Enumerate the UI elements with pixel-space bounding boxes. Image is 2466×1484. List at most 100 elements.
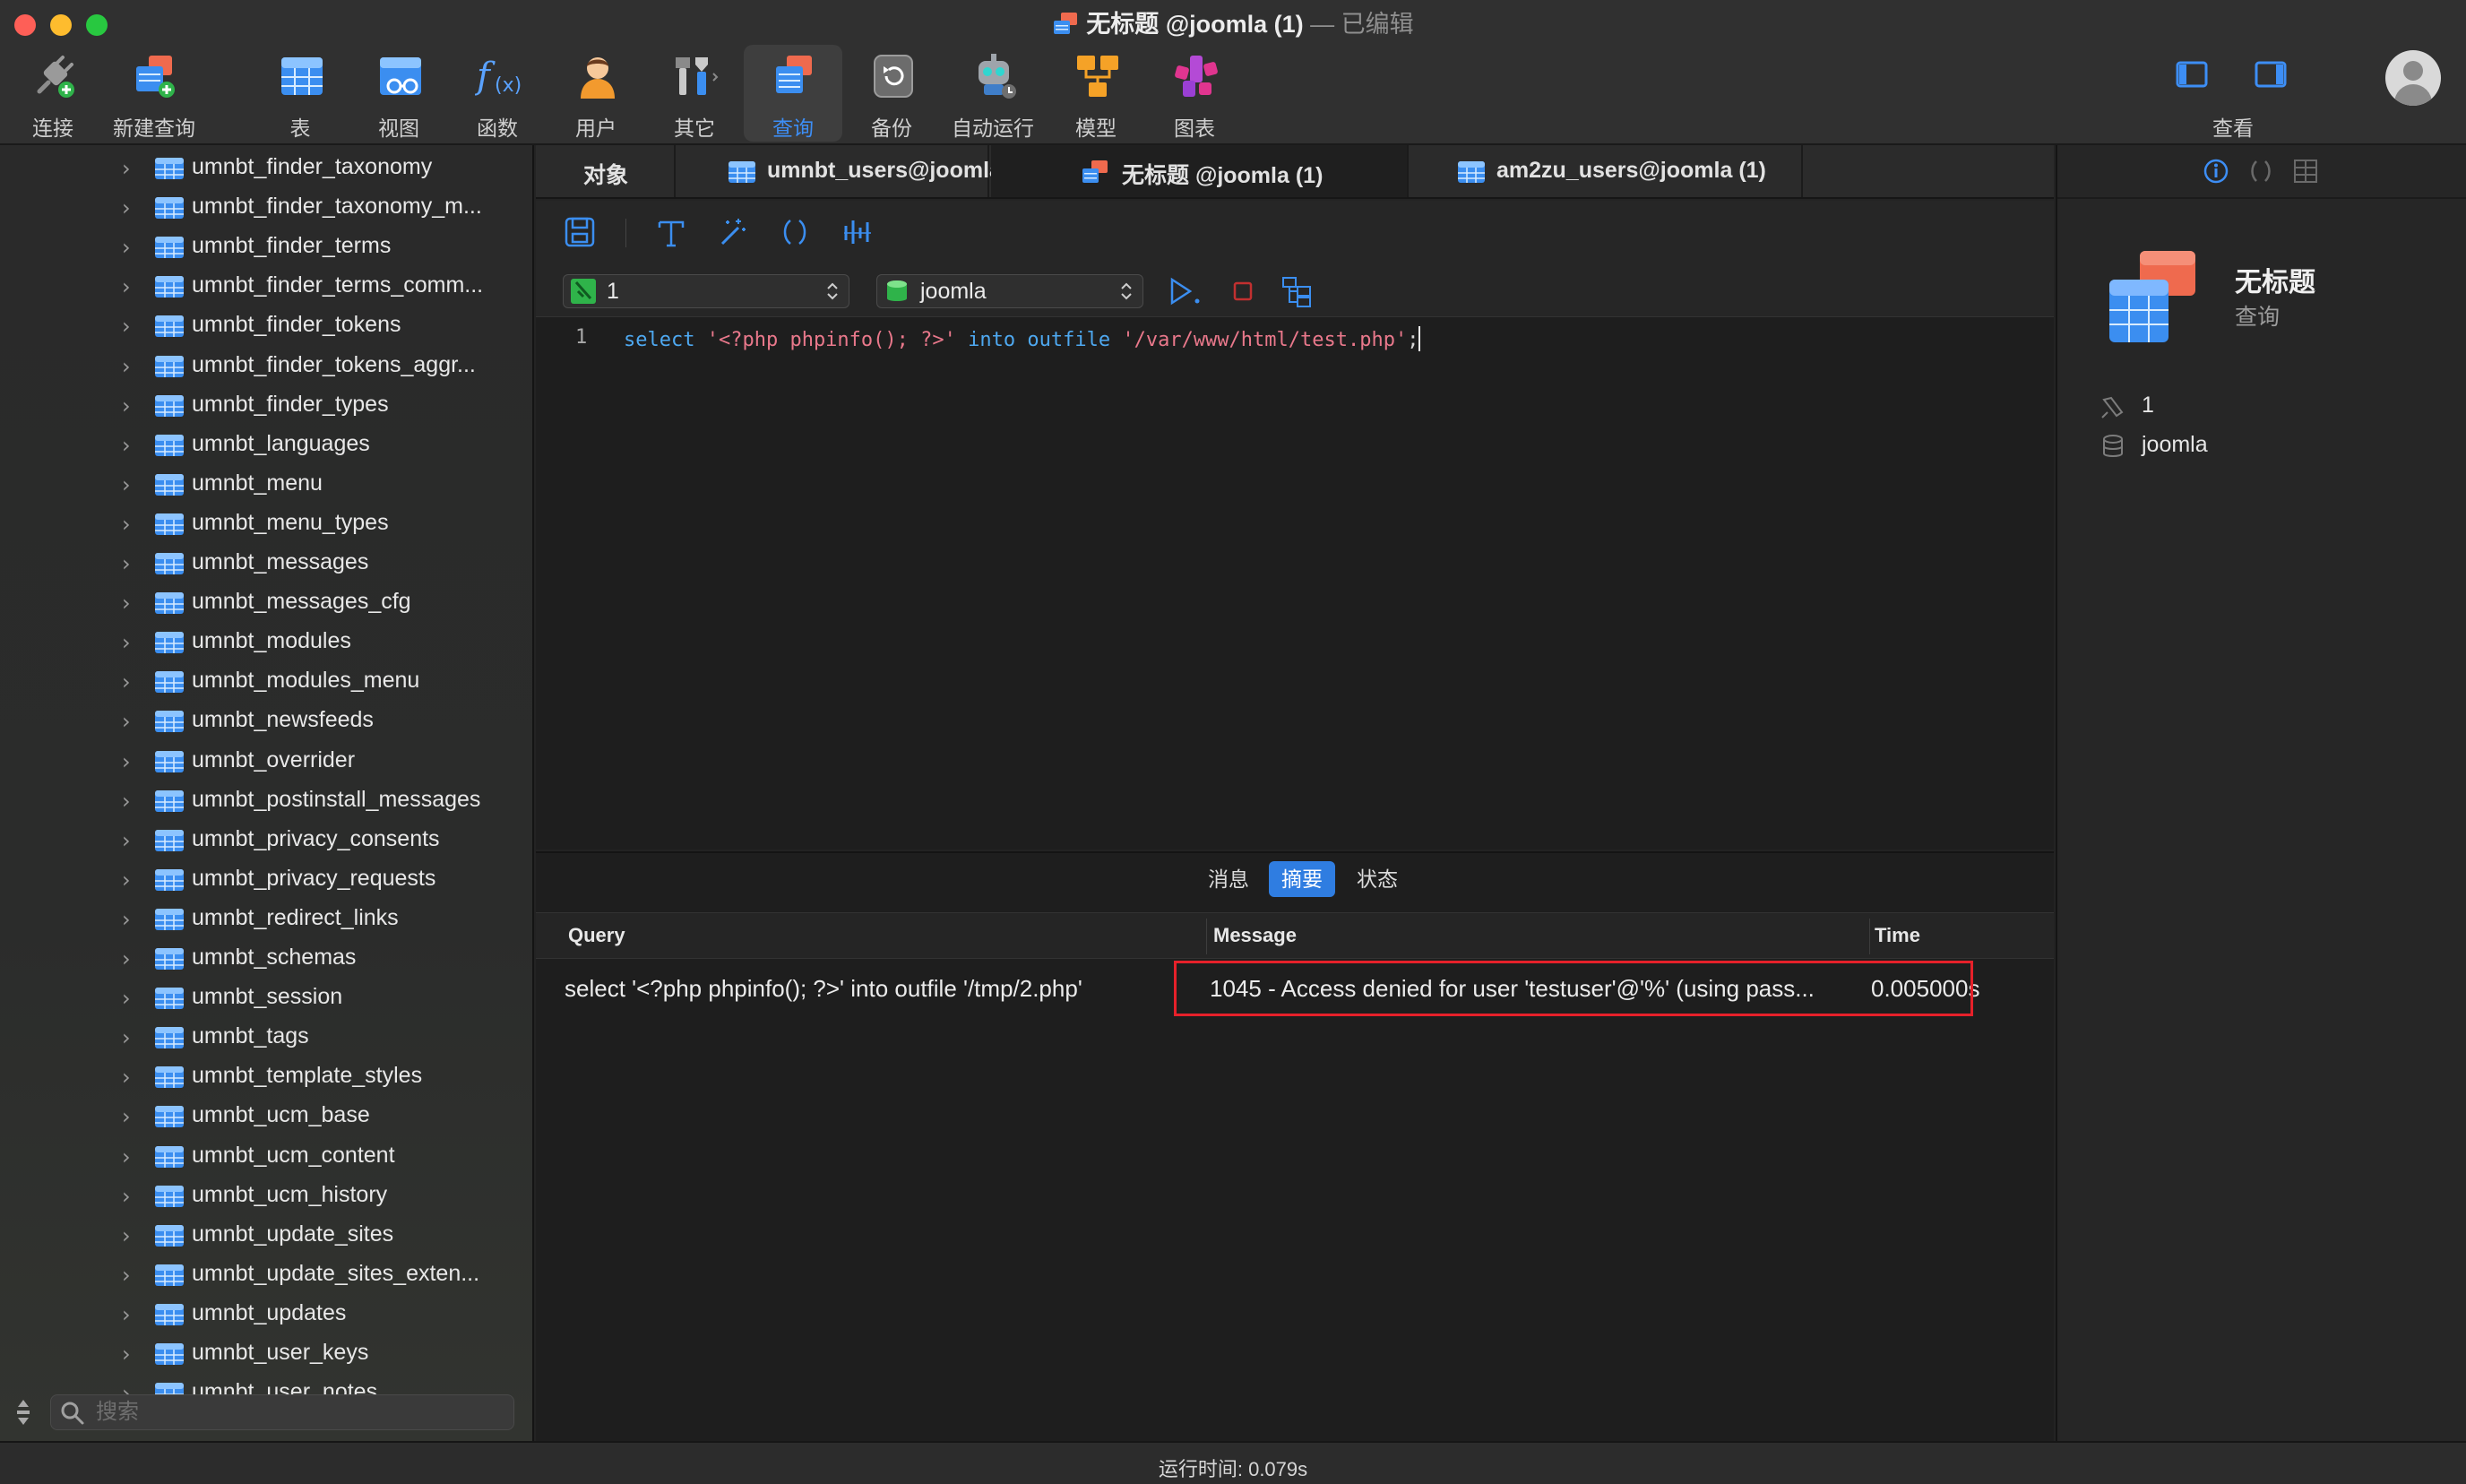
chevron-right-icon[interactable]: ›	[122, 1223, 131, 1248]
brackets-icon[interactable]	[778, 215, 812, 249]
sidebar-table-item[interactable]: › umnbt_ucm_base	[0, 1097, 532, 1136]
sidebar-table-item[interactable]: › umnbt_finder_taxonomy	[0, 149, 532, 188]
database-selector[interactable]: joomla	[876, 274, 1143, 308]
column-header-time[interactable]: Time	[1875, 924, 1920, 947]
sql-code-line[interactable]: select '<?php phpinfo(); ?>' into outfil…	[624, 326, 1421, 351]
sidebar-table-item[interactable]: › umnbt_newsfeeds	[0, 702, 532, 741]
sidebar-table-item[interactable]: › umnbt_ucm_history	[0, 1177, 532, 1216]
sidebar-table-item[interactable]: › umnbt_updates	[0, 1295, 532, 1334]
sidebar-table-item[interactable]: › umnbt_menu	[0, 465, 532, 505]
chevron-right-icon[interactable]: ›	[122, 393, 131, 418]
toolbar-new-query-button[interactable]: 新建查询	[106, 45, 203, 142]
tab-untitled-query[interactable]: 无标题 @joomla (1)	[991, 145, 1409, 197]
chevron-right-icon[interactable]: ›	[122, 512, 131, 537]
chevron-right-icon[interactable]: ›	[122, 1104, 131, 1129]
toolbar-other-button[interactable]: 其它	[645, 45, 744, 142]
tab-objects[interactable]: 对象	[536, 145, 676, 197]
tab-umnbt-users[interactable]: umnbt_users@joomla (1)	[677, 145, 1035, 197]
sidebar-search-field[interactable]	[50, 1394, 514, 1430]
chevron-right-icon[interactable]: ›	[122, 551, 131, 576]
tab-am2zu-users[interactable]: am2zu_users@joomla (1)	[1410, 145, 1803, 197]
sidebar-table-item[interactable]: › umnbt_finder_tokens	[0, 306, 532, 346]
sidebar-table-item[interactable]: › umnbt_finder_terms	[0, 228, 532, 267]
format-icon[interactable]	[654, 215, 688, 249]
sidebar-table-item[interactable]: › umnbt_modules	[0, 623, 532, 662]
chevron-right-icon[interactable]: ›	[122, 1144, 131, 1169]
sidebar-table-item[interactable]: › umnbt_finder_types	[0, 386, 532, 426]
toolbar-view-button[interactable]: 视图	[349, 45, 448, 142]
chevron-right-icon[interactable]: ›	[122, 156, 131, 181]
sidebar-table-item[interactable]: › umnbt_session	[0, 979, 532, 1018]
toolbar-chart-button[interactable]: 图表	[1145, 45, 1244, 142]
filter-icon[interactable]	[13, 1398, 34, 1427]
chevron-right-icon[interactable]: ›	[122, 314, 131, 339]
explain-icon[interactable]	[841, 215, 875, 249]
sidebar-table-item[interactable]: › umnbt_privacy_consents	[0, 821, 532, 860]
chevron-right-icon[interactable]: ›	[122, 749, 131, 774]
sidebar-table-item[interactable]: › umnbt_languages	[0, 426, 532, 465]
right-panel-toggle-icon[interactable]	[2255, 61, 2287, 88]
sidebar-table-item[interactable]: › umnbt_messages	[0, 544, 532, 583]
toolbar-model-button[interactable]: 模型	[1047, 45, 1145, 142]
tab-messages[interactable]: 消息	[1195, 861, 1262, 897]
toolbar-automation-button[interactable]: 自动运行	[941, 45, 1045, 142]
connection-selector[interactable]: 1	[563, 274, 849, 308]
sidebar-table-item[interactable]: › umnbt_schemas	[0, 939, 532, 979]
chevron-right-icon[interactable]: ›	[122, 1065, 131, 1090]
toolbar-function-button[interactable]: f (x) 函数	[448, 45, 547, 142]
chevron-right-icon[interactable]: ›	[122, 1184, 131, 1209]
sidebar-table-item[interactable]: › umnbt_update_sites	[0, 1216, 532, 1255]
column-header-query[interactable]: Query	[568, 924, 625, 947]
explain-plan-icon[interactable]	[1280, 274, 1314, 308]
chevron-right-icon[interactable]: ›	[122, 433, 131, 458]
sidebar-table-item[interactable]: › umnbt_postinstall_messages	[0, 781, 532, 821]
chevron-right-icon[interactable]: ›	[122, 946, 131, 971]
toolbar-user-button[interactable]: 用户	[547, 45, 645, 142]
chevron-right-icon[interactable]: ›	[122, 1263, 131, 1288]
chevron-right-icon[interactable]: ›	[122, 235, 131, 260]
toolbar-table-button[interactable]: 表	[251, 45, 349, 142]
sidebar-table-item[interactable]: › umnbt_finder_taxonomy_m...	[0, 188, 532, 228]
chevron-right-icon[interactable]: ›	[122, 472, 131, 497]
toolbar-query-button[interactable]: 查询	[744, 45, 842, 142]
sidebar-table-item[interactable]: › umnbt_finder_terms_comm...	[0, 267, 532, 306]
toolbar-connect-button[interactable]: 连接	[4, 45, 102, 142]
sidebar-table-item[interactable]: › umnbt_menu_types	[0, 505, 532, 544]
chevron-right-icon[interactable]: ›	[122, 274, 131, 299]
sidebar-table-item[interactable]: › umnbt_privacy_requests	[0, 860, 532, 900]
chevron-right-icon[interactable]: ›	[122, 907, 131, 932]
chevron-right-icon[interactable]: ›	[122, 986, 131, 1011]
sidebar-table-item[interactable]: › umnbt_template_styles	[0, 1057, 532, 1097]
sidebar-table-item[interactable]: › umnbt_modules_menu	[0, 662, 532, 702]
sidebar-table-item[interactable]: › umnbt_redirect_links	[0, 900, 532, 939]
left-panel-toggle-icon[interactable]	[2176, 61, 2208, 88]
sidebar-search-input[interactable]	[96, 1399, 499, 1426]
chevron-right-icon[interactable]: ›	[122, 828, 131, 853]
toolbar-backup-button[interactable]: 备份	[842, 45, 941, 142]
sidebar-table-item[interactable]: › umnbt_overrider	[0, 742, 532, 781]
save-icon[interactable]	[563, 215, 597, 249]
magic-wand-icon[interactable]	[715, 215, 749, 249]
tab-status[interactable]: 状态	[1344, 861, 1410, 897]
sidebar-table-item[interactable]: › umnbt_messages_cfg	[0, 583, 532, 623]
chevron-right-icon[interactable]: ›	[122, 354, 131, 379]
brackets-icon[interactable]	[2247, 158, 2274, 185]
chevron-right-icon[interactable]: ›	[122, 789, 131, 814]
info-icon[interactable]	[2203, 158, 2229, 185]
sidebar-table-item[interactable]: › umnbt_ucm_content	[0, 1137, 532, 1177]
chevron-right-icon[interactable]: ›	[122, 630, 131, 655]
chevron-right-icon[interactable]: ›	[122, 669, 131, 695]
chevron-right-icon[interactable]: ›	[122, 1025, 131, 1050]
sidebar-table-item[interactable]: › umnbt_user_keys	[0, 1334, 532, 1374]
grid-icon[interactable]	[2292, 158, 2319, 185]
sidebar-table-item[interactable]: › umnbt_update_sites_exten...	[0, 1255, 532, 1295]
sidebar-table-item[interactable]: › umnbt_finder_tokens_aggr...	[0, 347, 532, 386]
tab-summary[interactable]: 摘要	[1269, 861, 1335, 897]
chevron-right-icon[interactable]: ›	[122, 1302, 131, 1327]
stop-icon[interactable]	[1226, 274, 1260, 308]
chevron-right-icon[interactable]: ›	[122, 709, 131, 734]
sidebar-table-item[interactable]: › umnbt_tags	[0, 1018, 532, 1057]
column-header-message[interactable]: Message	[1213, 924, 1297, 947]
chevron-right-icon[interactable]: ›	[122, 591, 131, 616]
chevron-right-icon[interactable]: ›	[122, 867, 131, 893]
